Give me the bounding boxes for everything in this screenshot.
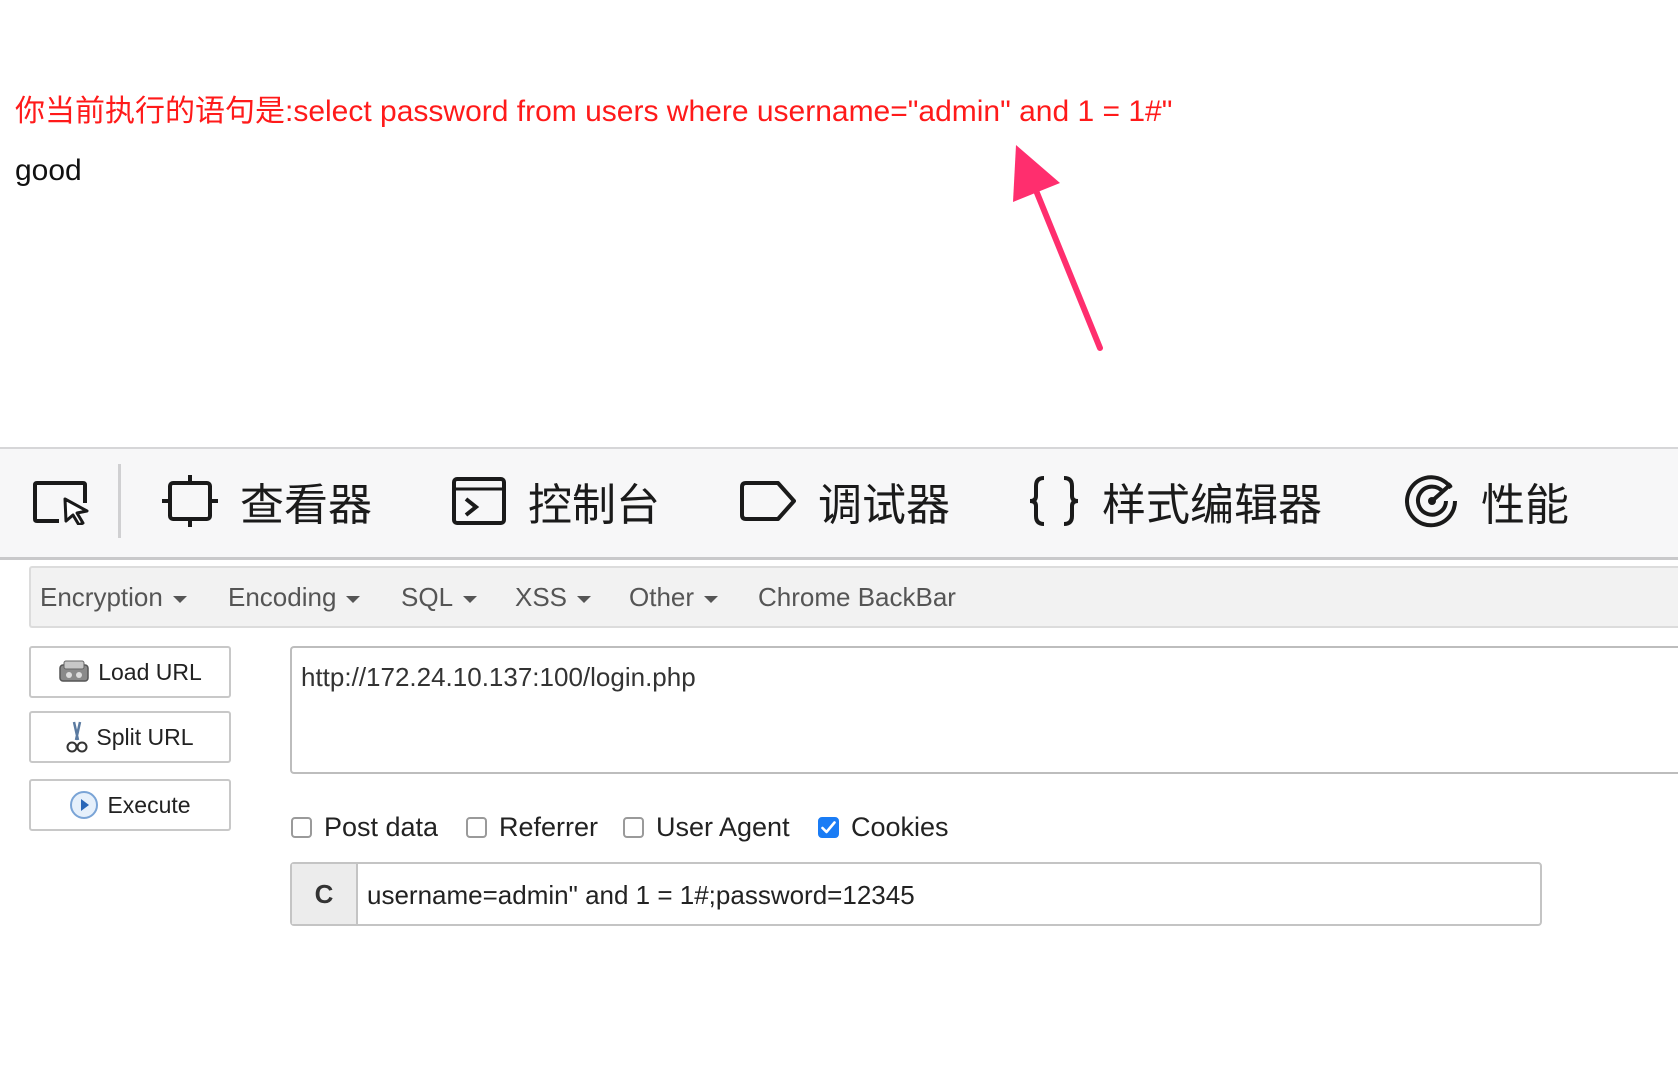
tab-style-editor[interactable]: 样式编辑器 xyxy=(1028,470,1322,532)
menu-sql-label: SQL xyxy=(401,582,454,612)
cookie-value: username=admin" and 1 = 1#;password=1234… xyxy=(367,880,915,910)
post-data-checkbox[interactable] xyxy=(291,816,312,838)
url-value: http://172.24.10.137:100/login.php xyxy=(301,662,696,692)
menu-encoding-label: Encoding xyxy=(228,582,337,612)
chevron-down-icon xyxy=(577,595,592,603)
split-url-label: Split URL xyxy=(96,723,194,750)
chevron-down-icon xyxy=(346,595,361,603)
load-url-icon xyxy=(59,660,89,682)
chevron-down-icon xyxy=(463,595,478,603)
user-agent-label: User Agent xyxy=(656,811,790,842)
cookies-checkbox[interactable] xyxy=(818,816,839,838)
user-agent-checkbox[interactable] xyxy=(623,816,644,838)
inspector-icon xyxy=(162,475,218,527)
chevron-down-icon xyxy=(172,595,187,603)
toolbar-separator xyxy=(118,464,121,538)
element-picker-icon xyxy=(33,481,89,525)
post-data-option[interactable]: Post data xyxy=(291,810,438,844)
menu-chrome-backbar[interactable]: Chrome BackBar xyxy=(758,582,956,613)
execute-label: Execute xyxy=(107,791,191,818)
load-url-label: Load URL xyxy=(98,658,202,685)
tab-console[interactable]: 控制台 xyxy=(452,470,660,532)
scissors-icon xyxy=(66,721,88,753)
annotation-arrow-up xyxy=(1013,145,1103,351)
menu-sql[interactable]: SQL xyxy=(401,582,478,613)
cookies-label: Cookies xyxy=(851,811,949,842)
post-data-label: Post data xyxy=(324,811,439,842)
referrer-option[interactable]: Referrer xyxy=(466,810,598,844)
load-url-button[interactable]: Load URL xyxy=(29,646,231,698)
console-icon xyxy=(452,477,506,525)
tab-inspector-label: 查看器 xyxy=(240,481,372,530)
tab-console-label: 控制台 xyxy=(528,481,660,530)
menu-chrome-backbar-label: Chrome BackBar xyxy=(758,582,956,612)
tab-style-editor-label: 样式编辑器 xyxy=(1102,481,1322,530)
menu-encryption-label: Encryption xyxy=(40,582,163,612)
split-url-button[interactable]: Split URL xyxy=(29,711,231,763)
tab-debugger[interactable]: 调试器 xyxy=(740,470,950,532)
referrer-label: Referrer xyxy=(499,811,599,842)
tab-performance-label: 性能 xyxy=(1481,481,1569,530)
menu-xss-label: XSS xyxy=(515,582,568,612)
referrer-checkbox[interactable] xyxy=(466,816,487,838)
menu-xss[interactable]: XSS xyxy=(515,582,592,613)
performance-icon xyxy=(1405,475,1458,528)
menu-encoding[interactable]: Encoding xyxy=(228,582,361,613)
user-agent-option[interactable]: User Agent xyxy=(623,810,790,844)
menu-encryption[interactable]: Encryption xyxy=(40,582,187,613)
element-picker-button[interactable] xyxy=(33,470,89,532)
cookie-field-label: C xyxy=(292,864,358,924)
checkmark-icon xyxy=(821,820,836,833)
style-editor-icon xyxy=(1029,476,1079,526)
menu-other-label: Other xyxy=(629,582,695,612)
tab-debugger-label: 调试器 xyxy=(818,481,950,530)
menu-other[interactable]: Other xyxy=(629,582,719,613)
tab-inspector[interactable]: 查看器 xyxy=(162,470,372,532)
tab-performance[interactable]: 性能 xyxy=(1405,470,1569,532)
cookies-option[interactable]: Cookies xyxy=(818,810,949,844)
debugger-icon xyxy=(740,481,796,521)
play-icon xyxy=(70,791,99,819)
execute-button[interactable]: Execute xyxy=(29,779,231,831)
chevron-down-icon xyxy=(704,595,719,603)
